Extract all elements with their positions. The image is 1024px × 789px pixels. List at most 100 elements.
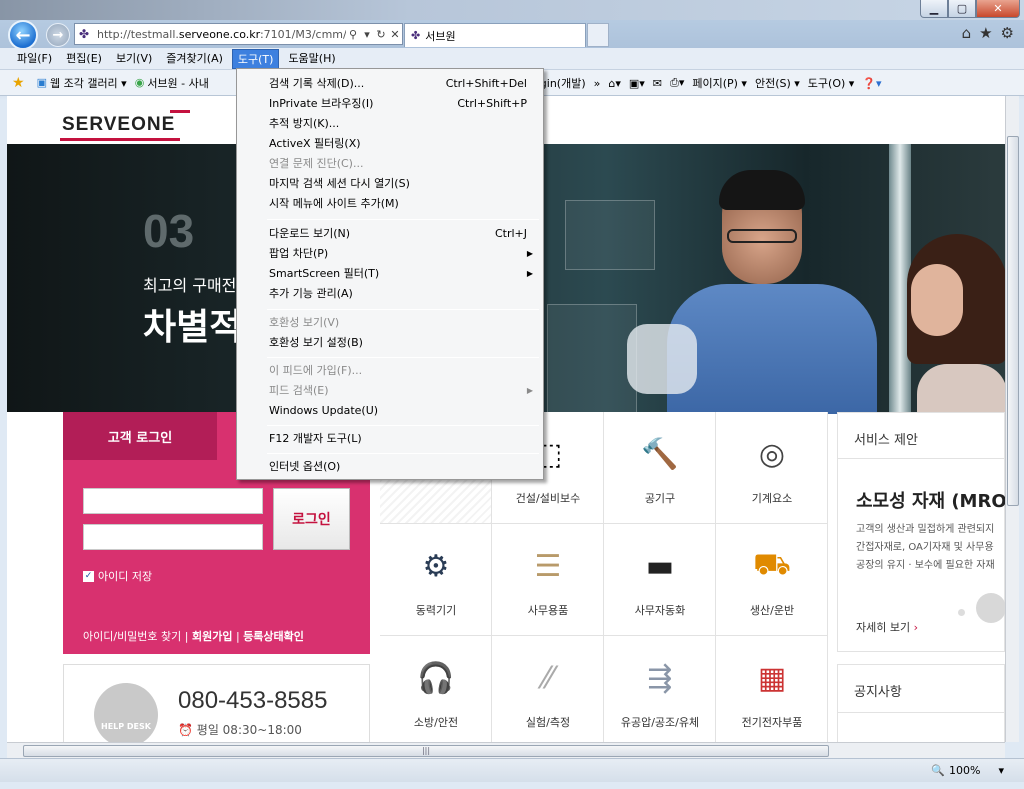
menu-item-tracking-protection[interactable]: 추적 방지(K)... — [239, 113, 541, 133]
category-office[interactable]: ☰ 사무용품 — [492, 524, 604, 636]
menu-item-smartscreen[interactable]: SmartScreen 필터(T) ▶ — [239, 263, 541, 283]
settings-gear-icon[interactable]: ⚙ — [1001, 24, 1014, 42]
chevron-down-icon: ▾ — [998, 764, 1004, 777]
category-office-automation[interactable]: ▬ 사무자동화 — [604, 524, 716, 636]
menu-item-downloads[interactable]: 다운로드 보기(N) Ctrl+J — [239, 223, 541, 243]
tab-serveone[interactable]: ✤ 서브원 — [404, 23, 586, 47]
favorites-star-icon[interactable]: ★ — [979, 24, 992, 42]
menu-help[interactable]: 도움말(H) — [283, 49, 340, 69]
serveone-logo[interactable]: SERVEONE — [60, 110, 190, 141]
menu-item-manage-addons[interactable]: 추가 기능 관리(A) — [239, 283, 541, 303]
service-desc-line: 간접자재로, OA기자재 및 사무용 — [856, 542, 994, 553]
search-icon[interactable]: ⚲ — [346, 28, 360, 41]
overflow-chevron-icon[interactable]: » — [594, 77, 601, 90]
horizontal-scrollbar[interactable]: ||| — [7, 742, 1005, 758]
home-icon[interactable]: ⌂ — [962, 24, 972, 42]
status-check-link[interactable]: 등록상태확인 — [243, 630, 304, 643]
status-bar: 🔍 100% ▾ — [0, 758, 1024, 782]
toner-icon: ▬ — [645, 548, 675, 584]
find-id-password-link[interactable]: 아이디/비밀번호 찾기 — [83, 630, 181, 643]
page-menu[interactable]: 페이지(P) ▾ — [692, 75, 747, 91]
horizontal-scroll-thumb[interactable]: ||| — [23, 745, 829, 757]
mail-icon[interactable]: ✉ — [653, 77, 662, 90]
stop-icon[interactable]: ✕ — [388, 28, 402, 41]
relay-icon: ▦ — [757, 660, 787, 696]
join-link[interactable]: 회원가입 — [192, 630, 232, 643]
menu-item-activex-filtering[interactable]: ActiveX 필터링(X) — [239, 133, 541, 153]
menu-item-reopen-session[interactable]: 마지막 검색 세션 다시 열기(S) — [239, 173, 541, 193]
submenu-arrow-icon: ▶ — [526, 248, 533, 258]
menu-item-popup-blocker[interactable]: 팝업 차단(P) ▶ — [239, 243, 541, 263]
menu-tools[interactable]: 도구(T) — [231, 48, 280, 69]
menu-file[interactable]: 파일(F) — [12, 49, 57, 69]
close-window-button[interactable]: ✕ — [976, 0, 1020, 18]
safety-menu[interactable]: 안전(S) ▾ — [755, 75, 800, 91]
forward-button[interactable]: → — [46, 23, 70, 47]
favorites-star-icon[interactable]: ★ — [12, 75, 29, 91]
help-icon[interactable]: ❓▾ — [862, 77, 881, 90]
vertical-scrollbar[interactable] — [1005, 96, 1019, 742]
home-icon[interactable]: ⌂▾ — [608, 77, 621, 90]
address-bar[interactable]: ✤ http://testmall.serveone.co.kr:7101/M3… — [74, 23, 403, 45]
category-machine[interactable]: ◎ 기계요소 — [716, 412, 828, 524]
back-arrow-icon: ← — [15, 24, 31, 46]
navigation-row: ← → ✤ http://testmall.serveone.co.kr:710… — [0, 20, 1024, 50]
maximize-button[interactable]: ▢ — [948, 0, 976, 18]
category-electronics[interactable]: ▦ 전기전자부품 — [716, 636, 828, 742]
remember-id-checkbox[interactable]: ✓ 아이디 저장 — [83, 568, 152, 584]
notice-box: 공지사항 — [837, 664, 1005, 742]
menu-edit[interactable]: 편집(E) — [61, 49, 107, 69]
minimize-button[interactable]: ▁ — [920, 0, 948, 18]
helpdesk-box: HELP DESK 080-453-8585 ⏰ 평일 08:30~18:00 — [63, 664, 370, 742]
menu-separator — [267, 425, 539, 426]
menu-item-inprivate[interactable]: InPrivate 브라우징(I) Ctrl+Shift+P — [239, 93, 541, 113]
login-button[interactable]: 로그인 — [273, 488, 350, 550]
refresh-icon[interactable]: ↻ — [374, 28, 388, 41]
menu-item-windows-update[interactable]: Windows Update(U) — [239, 400, 541, 420]
category-production[interactable]: ⛟ 생산/운반 — [716, 524, 828, 636]
menu-item-label: SmartScreen 필터(T) — [269, 267, 380, 280]
hero-woman-image — [907, 234, 1005, 414]
print-icon[interactable]: ⎙▾ — [670, 76, 684, 90]
vertical-scroll-thumb[interactable] — [1007, 136, 1019, 506]
menu-item-shortcut: Ctrl+Shift+P — [457, 96, 527, 110]
web-slice-gallery[interactable]: ▣ 웹 조각 갤러리 ▾ — [37, 75, 127, 91]
category-measurement[interactable]: ⁄⁄ 실험/측정 — [492, 636, 604, 742]
password-input[interactable] — [83, 524, 263, 550]
category-safety[interactable]: 🎧 소방/안전 — [380, 636, 492, 742]
web-slice-label: 웹 조각 갤러리 ▾ — [49, 76, 127, 90]
zoom-control[interactable]: 🔍 100% ▾ — [931, 764, 1004, 777]
carousel-dot[interactable] — [958, 609, 965, 616]
service-header: 서비스 제안 — [838, 413, 1004, 459]
menu-item-delete-history[interactable]: 검색 기록 삭제(D)... Ctrl+Shift+Del — [239, 73, 541, 93]
user-id-input[interactable] — [83, 488, 263, 514]
menu-item-shortcut: Ctrl+J — [494, 226, 527, 240]
favorite-serveone[interactable]: ◉ 서브원 - 사내 — [135, 75, 209, 91]
tools-menu[interactable]: 도구(O) ▾ — [808, 75, 855, 91]
menu-item-compat-settings[interactable]: 호환성 보기 설정(B) — [239, 332, 541, 352]
menu-view[interactable]: 보기(V) — [111, 49, 157, 69]
category-power[interactable]: ⚙ 동력기기 — [380, 524, 492, 636]
new-tab-button[interactable] — [587, 23, 609, 47]
more-label: 자세히 보기 — [856, 621, 911, 634]
tools-dropdown-menu: 검색 기록 삭제(D)... Ctrl+Shift+Del InPrivate 브… — [236, 68, 544, 480]
forklift-icon: ⛟ — [753, 546, 791, 582]
customer-login-tab[interactable]: 고객 로그인 — [63, 412, 217, 460]
category-pneumatic[interactable]: ⇶ 유공압/공조/유체 — [604, 636, 716, 742]
category-label: 공기구 — [644, 492, 676, 505]
command-bar: login(개발) » ⌂▾ ▣▾ ✉ ⎙▾ 페이지(P) ▾ 안전(S) ▾ … — [530, 70, 890, 96]
address-url[interactable]: http://testmall.serveone.co.kr:7101/M3/c… — [97, 28, 346, 41]
menu-item-add-start-menu[interactable]: 시작 메뉴에 사이트 추가(M) — [239, 193, 541, 213]
menu-favorites[interactable]: 즐겨찾기(A) — [161, 49, 228, 69]
drill-icon: 🔨 — [641, 436, 679, 472]
dropdown-icon[interactable]: ▾ — [360, 28, 374, 41]
menu-item-internet-options[interactable]: 인터넷 옵션(O) — [239, 456, 541, 476]
helpdesk-phone: 080-453-8585 — [178, 687, 328, 714]
menu-item-f12-devtools[interactable]: F12 개발자 도구(L) — [239, 428, 541, 448]
category-tools[interactable]: 🔨 공기구 — [604, 412, 716, 524]
rss-feed-icon[interactable]: ▣▾ — [629, 77, 645, 90]
category-label: 전기전자부품 — [741, 716, 803, 729]
back-button[interactable]: ← — [8, 20, 38, 50]
hero-number: 03 — [143, 205, 195, 257]
service-more-link[interactable]: 자세히 보기 › — [856, 619, 918, 635]
